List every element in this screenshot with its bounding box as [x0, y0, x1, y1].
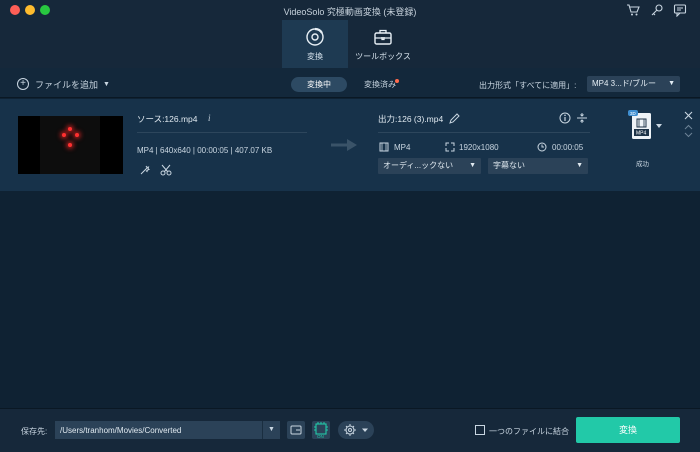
scissors-icon[interactable] — [160, 164, 172, 176]
title-bar: VideoSolo 究極動画変換 (未登録) — [0, 0, 700, 20]
file-item: ソース:126.mp4 i MP4 | 640x640 | 00:00:05 |… — [0, 99, 700, 191]
divider — [378, 132, 590, 133]
info-icon[interactable]: i — [206, 112, 214, 123]
gpu-chip-icon: ON — [314, 422, 328, 439]
thumbnail-light — [68, 143, 72, 147]
save-location-label: 保存先: — [21, 427, 48, 436]
add-file-label: ファイルを追加 — [35, 79, 99, 90]
divider — [137, 132, 307, 133]
folder-icon — [290, 425, 302, 435]
close-icon[interactable] — [684, 111, 693, 120]
mode-tabs: 変換 ツールボックス — [0, 20, 700, 68]
source-meta: MP4 | 640x640 | 00:00:05 | 407.07 KB — [137, 146, 273, 155]
tab-convert-label: 変換 — [307, 52, 323, 61]
tab-converting[interactable]: 変換中 — [291, 77, 347, 92]
source-filename: ソース:126.mp4 — [137, 114, 198, 124]
window-title: VideoSolo 究極動画変換 (未登録) — [283, 7, 417, 17]
merge-files-label: 一つのファイルに結合 — [489, 427, 569, 436]
notification-dot — [395, 79, 399, 83]
feedback-icon[interactable] — [673, 3, 687, 17]
key-icon[interactable] — [650, 3, 664, 17]
tab-toolbox[interactable]: ツールボックス — [350, 20, 416, 68]
film-icon — [379, 142, 389, 152]
tab-toolbox-label: ツールボックス — [355, 52, 411, 61]
gpu-acceleration-button[interactable]: ON — [312, 421, 330, 439]
convert-all-button[interactable]: 変換 — [576, 417, 680, 443]
clock-icon — [537, 142, 547, 152]
plus-circle-icon: + — [17, 78, 29, 90]
chevron-down-icon: ▼ — [668, 80, 675, 87]
chevron-down-icon: ▼ — [469, 162, 476, 169]
resolution-icon — [445, 142, 455, 152]
chevron-down-icon[interactable]: ▼ — [103, 81, 110, 88]
toolbar: + ファイルを追加 ▼ 変換中 変換済み 出力形式「すべてに適用」: MP4 3… — [0, 68, 700, 98]
output-format-badge[interactable]: 3D MP4 — [628, 110, 654, 142]
settings-button[interactable] — [338, 421, 374, 439]
convert-disc-icon — [306, 27, 324, 46]
output-format: MP4 — [394, 143, 411, 152]
tab-convert[interactable]: 変換 — [282, 20, 348, 68]
merge-files-checkbox[interactable] — [475, 425, 485, 435]
chevron-up-icon[interactable] — [684, 124, 693, 130]
add-file-button[interactable]: + ファイルを追加 ▼ — [17, 77, 110, 91]
compress-icon[interactable] — [576, 112, 588, 124]
gpu-on-label: ON — [317, 434, 324, 439]
thumbnail-light — [62, 133, 66, 137]
chevron-down-icon[interactable] — [684, 132, 693, 138]
save-path-input[interactable] — [55, 421, 280, 439]
svg-text:i: i — [208, 113, 211, 123]
output-format-value: MP4 3...ド/ブルー — [592, 79, 657, 88]
edit-pencil-icon[interactable] — [449, 113, 460, 124]
thumbnail-light — [75, 133, 79, 137]
toolbox-icon — [374, 29, 392, 45]
output-duration: 00:00:05 — [552, 143, 584, 152]
open-folder-button[interactable] — [287, 421, 305, 439]
conversion-status: 成功 — [636, 161, 649, 168]
subtitle-select[interactable]: 字幕ない ▼ — [488, 158, 588, 174]
subtitle-value: 字幕ない — [493, 161, 525, 170]
mp4-file-icon: 3D MP4 — [628, 110, 651, 139]
chevron-down-icon[interactable] — [656, 124, 662, 129]
output-format-label: 出力形式「すべてに適用」: — [479, 81, 577, 90]
arrow-right-icon — [331, 139, 357, 151]
output-filename: 出力:126 (3).mp4 — [378, 114, 444, 124]
info-circle-icon[interactable] — [559, 112, 571, 124]
output-format-select[interactable]: MP4 3...ド/ブルー ▼ — [587, 76, 680, 92]
output-resolution: 1920x1080 — [459, 143, 499, 152]
enhance-wand-icon[interactable] — [139, 164, 151, 176]
audio-track-value: オーディ...ックない — [383, 161, 454, 170]
save-path-dropdown[interactable]: ▼ — [262, 421, 280, 439]
gear-icon — [344, 424, 368, 436]
audio-track-select[interactable]: オーディ...ックない ▼ — [378, 158, 481, 174]
bottom-bar: 保存先: ▼ ON 一つのファイルに結合 変換 — [0, 408, 700, 452]
thumbnail-light — [68, 127, 72, 131]
chevron-down-icon: ▼ — [576, 162, 583, 169]
badge-3d-label: 3D — [630, 111, 637, 116]
badge-format-label: MP4 — [636, 131, 647, 137]
cart-icon[interactable] — [626, 3, 640, 17]
video-thumbnail[interactable] — [18, 116, 123, 174]
